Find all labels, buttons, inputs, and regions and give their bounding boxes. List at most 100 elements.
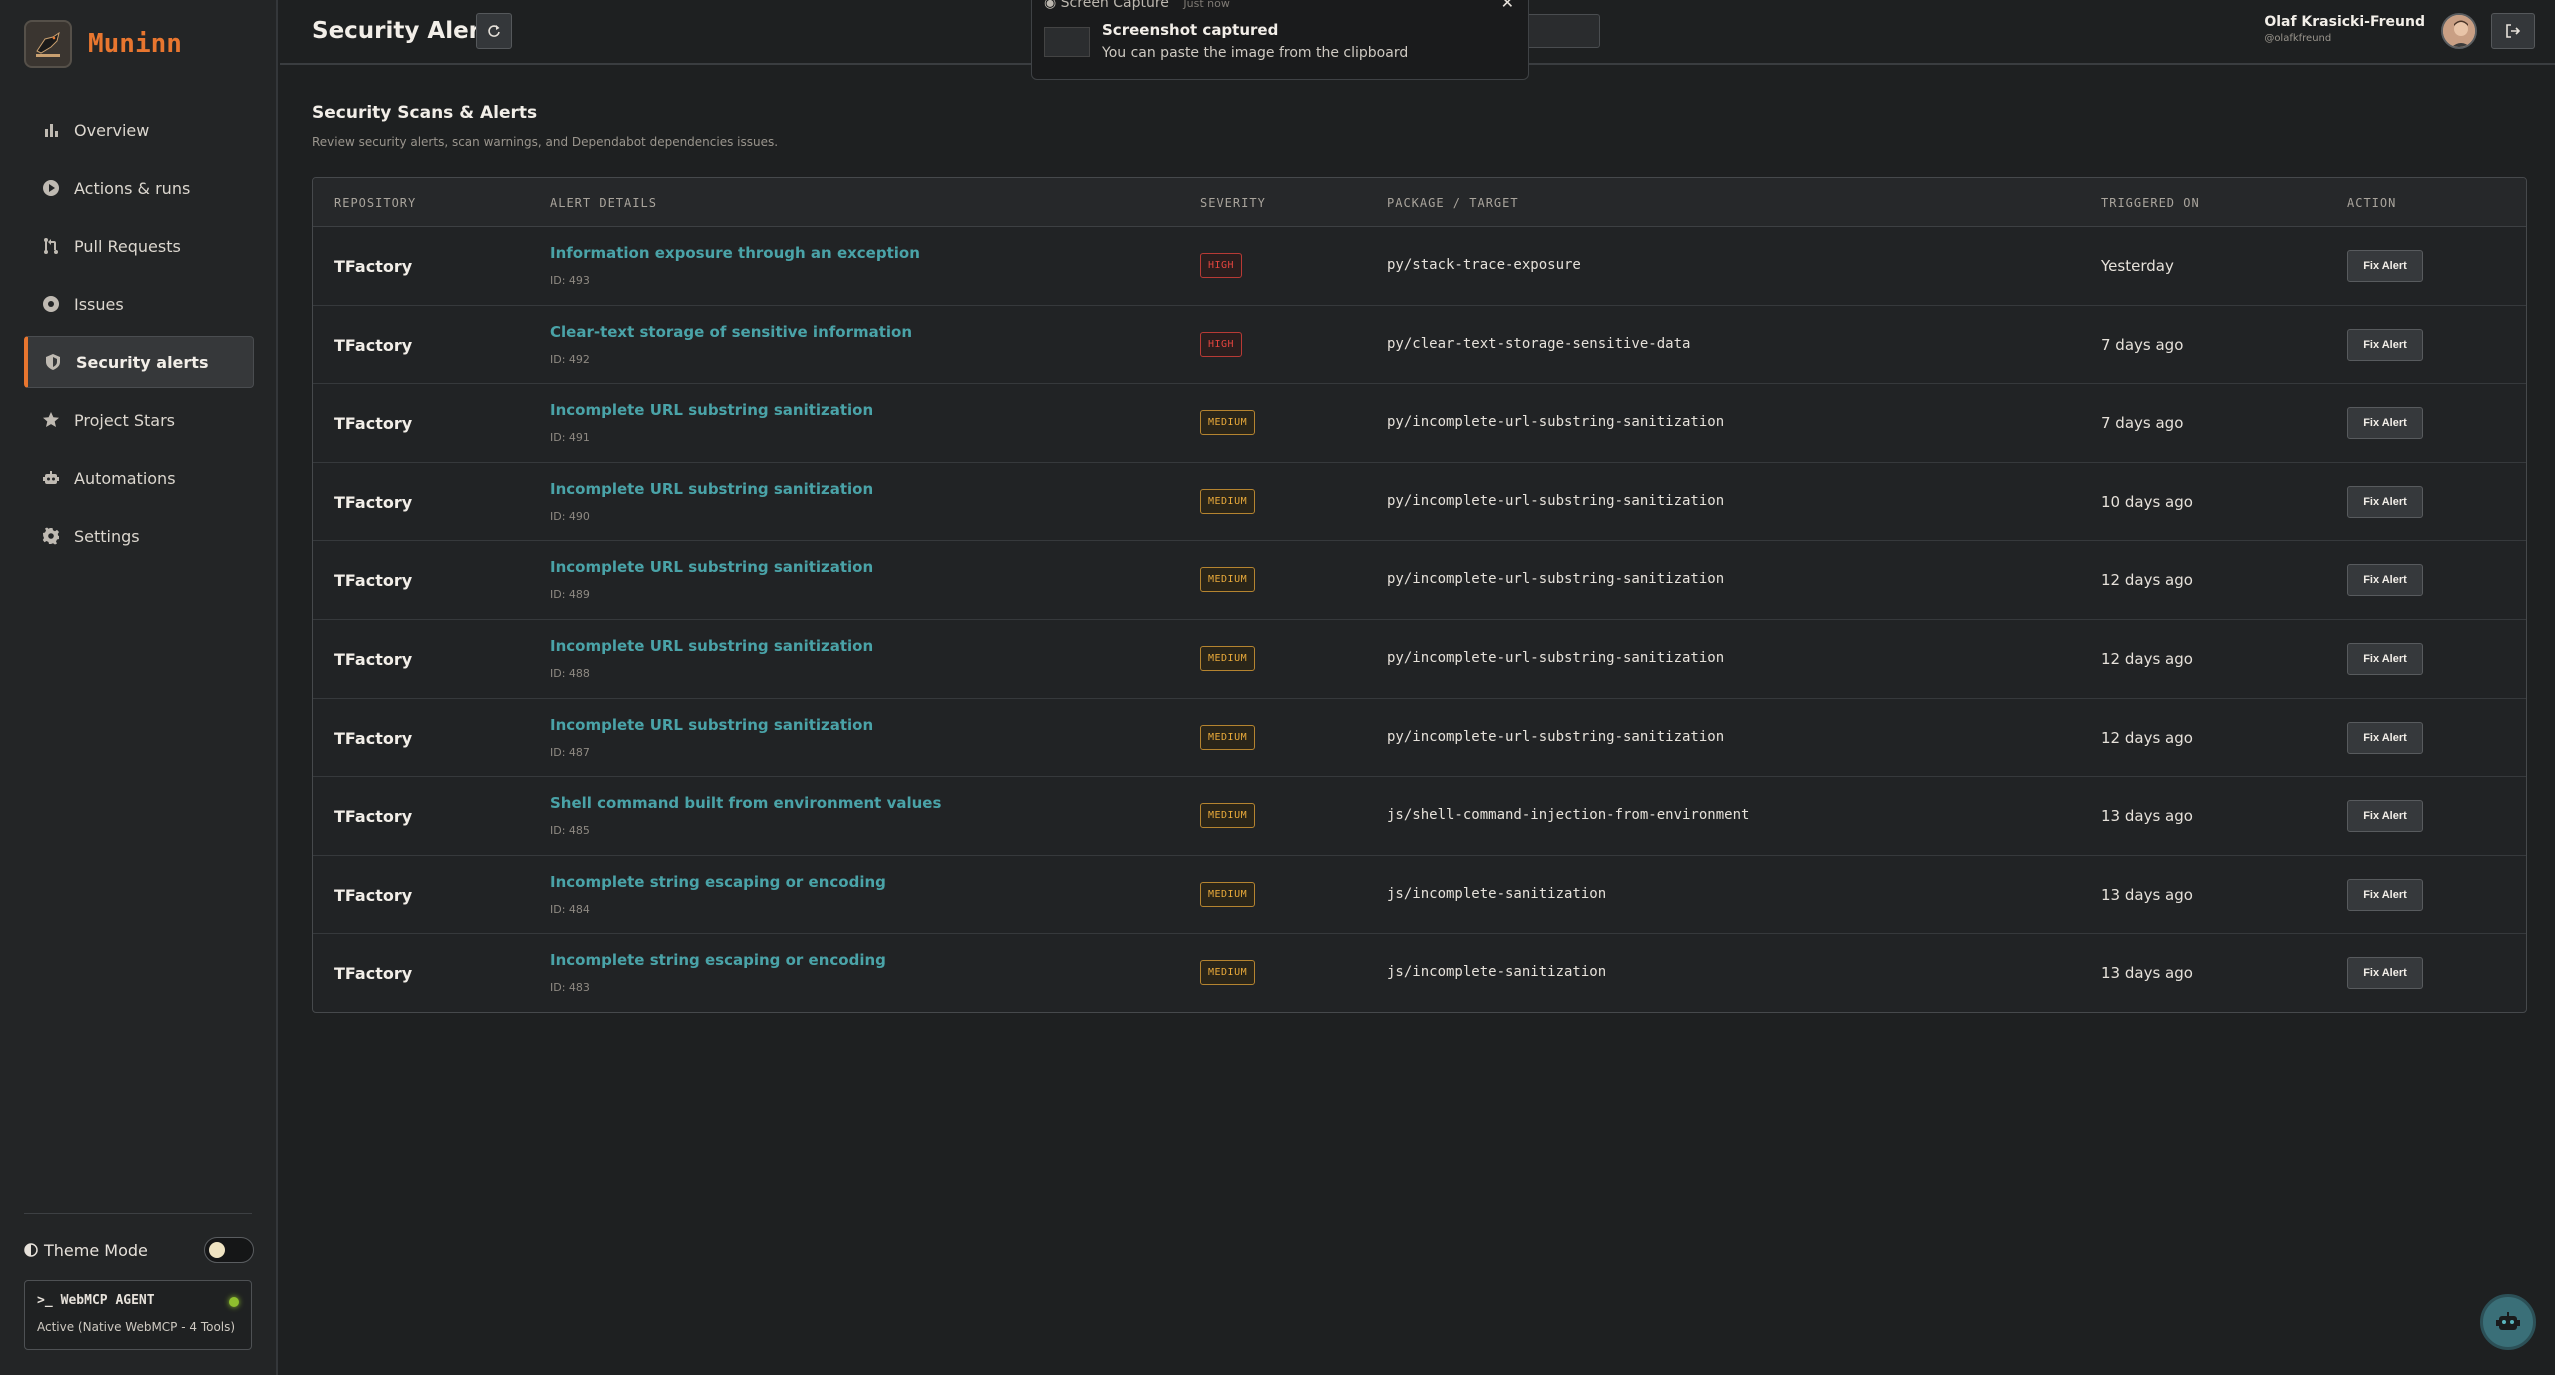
assistant-robot-button[interactable]	[2480, 1294, 2536, 1350]
sidebar-item-pull-requests[interactable]: Pull Requests	[24, 220, 254, 272]
fix-alert-button[interactable]: Fix Alert	[2347, 721, 2423, 754]
repository-name[interactable]: TFactory	[334, 729, 412, 748]
alert-title-link[interactable]: Incomplete string escaping or encoding	[550, 951, 886, 969]
screenshot-thumbnail	[1044, 27, 1090, 57]
brand-name: Muninn	[88, 29, 182, 59]
package-target: py/incomplete-url-substring-sanitization	[1387, 728, 1725, 745]
sidebar-divider	[24, 1213, 252, 1214]
sidebar-item-issues[interactable]: Issues	[24, 278, 254, 330]
alert-id: ID: 493	[550, 274, 590, 287]
sidebar-item-label: Overview	[74, 120, 150, 140]
gear-icon	[42, 527, 59, 545]
fix-alert-button[interactable]: Fix Alert	[2347, 485, 2423, 518]
table-row: TFactory Incomplete URL substring sanitiz…	[313, 463, 2526, 542]
severity-cell: MEDIUM	[1200, 410, 1256, 436]
package-target: js/shell-command-injection-from-environm…	[1387, 807, 1750, 824]
severity-badge: MEDIUM	[1200, 410, 1256, 436]
fix-alert-button[interactable]: Fix Alert	[2347, 800, 2423, 833]
agent-status: Active (Native WebMCP - 4 Tools)	[37, 1320, 236, 1334]
alert-title-link[interactable]: Information exposure through an exceptio…	[550, 244, 920, 262]
close-icon[interactable]: ✕	[1501, 0, 1514, 12]
toast-app-name: Screen Capture	[1060, 0, 1169, 11]
sidebar-item-label: Project Stars	[74, 410, 175, 430]
alert-title-link[interactable]: Incomplete URL substring sanitization	[550, 401, 873, 419]
camera-icon: ◉	[1044, 0, 1057, 11]
alert-id: ID: 488	[550, 666, 590, 680]
section-title: Security Scans & Alerts	[312, 103, 538, 123]
sidebar-item-label: Pull Requests	[74, 236, 181, 256]
user-info: Olaf Krasicki-Freund @olafkfreund	[2264, 14, 2425, 44]
repository-name[interactable]: TFactory	[334, 807, 412, 826]
fix-alert-button[interactable]: Fix Alert	[2347, 328, 2423, 361]
raven-logo-icon	[24, 20, 72, 68]
repository-name[interactable]: TFactory	[334, 886, 412, 905]
alert-title-link[interactable]: Shell command built from environment val…	[550, 794, 941, 812]
repository-name[interactable]: TFactory	[334, 650, 412, 669]
contrast-icon	[24, 1243, 38, 1257]
fix-alert-button[interactable]: Fix Alert	[2347, 250, 2423, 282]
package-target: py/stack-trace-exposure	[1387, 257, 1581, 273]
triggered-on: 12 days ago	[2101, 649, 2193, 668]
severity-badge: MEDIUM	[1200, 960, 1256, 986]
alert-id: ID: 490	[550, 509, 590, 523]
avatar[interactable]	[2441, 13, 2477, 49]
fix-alert-button[interactable]: Fix Alert	[2347, 957, 2423, 990]
column-header-alert-details: ALERT DETAILS	[550, 196, 657, 210]
alert-title-link[interactable]: Incomplete URL substring sanitization	[550, 637, 873, 655]
fix-alert-button[interactable]: Fix Alert	[2347, 407, 2423, 440]
severity-badge: HIGH	[1200, 253, 1243, 278]
fix-alert-button[interactable]: Fix Alert	[2347, 564, 2423, 597]
theme-mode-row: Theme Mode	[24, 1236, 254, 1264]
repository-name[interactable]: TFactory	[334, 493, 412, 512]
table-row: TFactory Incomplete string escaping or en…	[313, 934, 2526, 1012]
repository-name[interactable]: TFactory	[334, 414, 412, 433]
git-pull-request-icon	[44, 238, 58, 254]
fix-alert-button[interactable]: Fix Alert	[2347, 642, 2423, 675]
robot-icon	[2496, 1312, 2520, 1330]
package-target: js/incomplete-sanitization	[1387, 964, 1607, 981]
column-header-package: PACKAGE / TARGET	[1387, 196, 1519, 210]
table-row: TFactory Incomplete URL substring sanitiz…	[313, 384, 2526, 463]
search-input[interactable]	[1520, 14, 1600, 48]
brand[interactable]: Muninn	[24, 20, 182, 68]
sidebar-item-overview[interactable]: Overview	[24, 104, 254, 156]
alert-id: ID: 484	[550, 902, 590, 916]
refresh-button[interactable]	[476, 13, 512, 49]
section-subtitle: Review security alerts, scan warnings, a…	[312, 135, 779, 149]
webmcp-agent-panel[interactable]: >_ WebMCP AGENT Active (Native WebMCP - …	[24, 1280, 252, 1350]
alert-id: ID: 485	[550, 824, 590, 838]
sidebar-item-settings[interactable]: Settings	[24, 510, 254, 562]
column-header-repository: REPOSITORY	[334, 196, 417, 210]
issue-circle-icon	[43, 296, 59, 312]
shield-icon	[46, 354, 60, 370]
alert-title-link[interactable]: Clear-text storage of sensitive informat…	[550, 323, 912, 341]
terminal-icon: >_	[37, 1293, 53, 1308]
severity-cell: MEDIUM	[1200, 881, 1256, 907]
repository-name[interactable]: TFactory	[334, 257, 412, 276]
repository-name[interactable]: TFactory	[334, 571, 412, 590]
alert-title-link[interactable]: Incomplete URL substring sanitization	[550, 480, 873, 498]
severity-cell: HIGH	[1200, 253, 1243, 278]
severity-cell: HIGH	[1200, 331, 1243, 357]
repository-name[interactable]: TFactory	[334, 964, 412, 983]
table-row: TFactory Incomplete URL substring sanitiz…	[313, 620, 2526, 699]
sidebar-item-actions[interactable]: Actions & runs	[24, 162, 254, 214]
theme-toggle[interactable]	[204, 1237, 254, 1263]
severity-badge: MEDIUM	[1200, 488, 1256, 514]
alert-title-link[interactable]: Incomplete URL substring sanitization	[550, 558, 873, 576]
column-header-severity: SEVERITY	[1200, 196, 1266, 210]
severity-cell: MEDIUM	[1200, 645, 1256, 671]
logout-button[interactable]	[2491, 13, 2535, 49]
sidebar-item-security-alerts[interactable]: Security alerts	[24, 336, 254, 388]
package-target: py/incomplete-url-substring-sanitization	[1387, 571, 1725, 588]
repository-name[interactable]: TFactory	[334, 336, 412, 355]
bar-chart-icon	[45, 124, 58, 137]
alert-title-link[interactable]: Incomplete string escaping or encoding	[550, 873, 886, 891]
refresh-icon	[488, 25, 500, 37]
sidebar-item-automations[interactable]: Automations	[24, 452, 254, 504]
fix-alert-button[interactable]: Fix Alert	[2347, 878, 2423, 911]
alert-title-link[interactable]: Incomplete URL substring sanitization	[550, 716, 873, 734]
sidebar-item-project-stars[interactable]: Project Stars	[24, 394, 254, 446]
severity-cell: MEDIUM	[1200, 803, 1256, 829]
package-target: py/incomplete-url-substring-sanitization	[1387, 492, 1725, 509]
